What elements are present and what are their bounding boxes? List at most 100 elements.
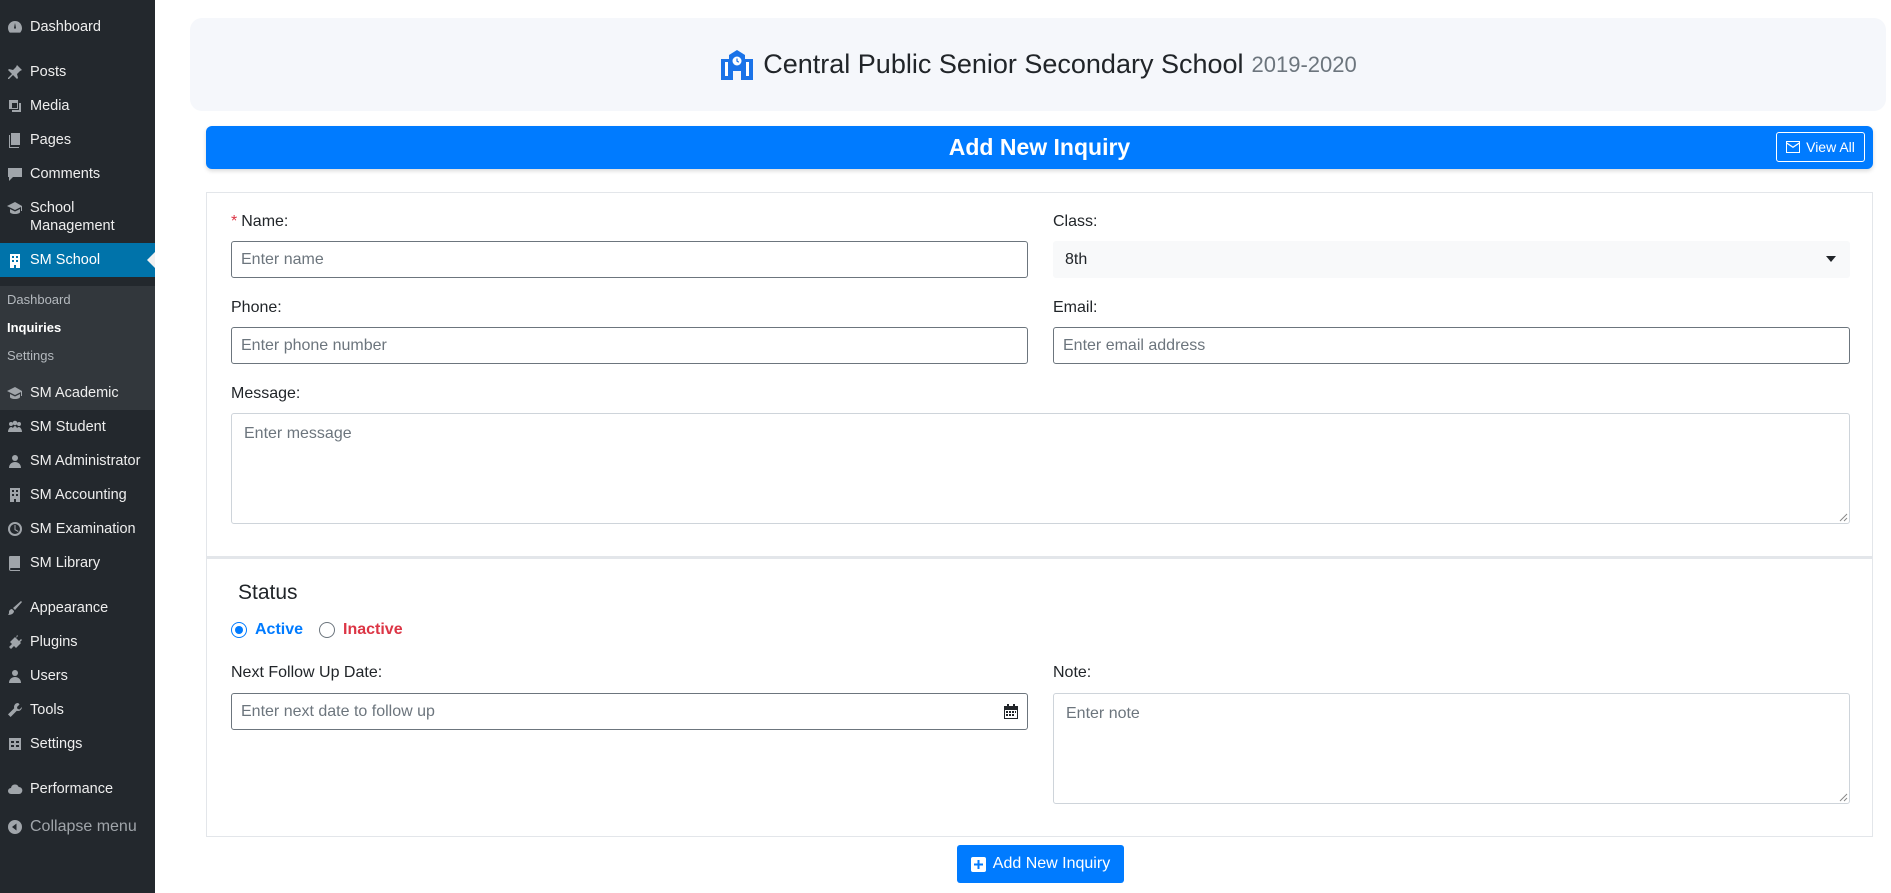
resize-handle-icon[interactable] — [1839, 793, 1848, 802]
name-label-text: Name: — [241, 213, 289, 230]
media-icon — [0, 97, 30, 114]
message-placeholder: Enter message — [244, 425, 352, 442]
session-label: 2019-2020 — [1251, 51, 1357, 77]
sidebar-item-settings[interactable]: Settings — [0, 735, 155, 753]
email-input[interactable]: Enter email address — [1053, 327, 1850, 364]
status-inactive-label: Inactive — [343, 621, 403, 638]
message-textarea[interactable]: Enter message — [231, 413, 1850, 524]
required-mark: * — [231, 213, 238, 230]
sidebar-item-sm-student[interactable]: SM Student — [0, 418, 155, 436]
sidebar-item-label: Pages — [30, 132, 72, 148]
view-all-button[interactable]: View All — [1776, 132, 1865, 162]
resize-handle-icon[interactable] — [1839, 513, 1848, 522]
sidebar-item-label: SM Student — [30, 419, 106, 435]
school-icon — [721, 49, 754, 80]
plugin-icon — [0, 633, 30, 650]
view-all-label: View All — [1806, 139, 1855, 155]
user-icon — [0, 452, 30, 469]
sidebar-item-label: SM Administrator — [30, 453, 141, 469]
sidebar-item-label: Posts — [30, 64, 67, 80]
sidebar-item-label: Dashboard — [30, 19, 101, 35]
sidebar-item-users[interactable]: Users — [0, 667, 155, 685]
sidebar-item-tools[interactable]: Tools — [0, 701, 155, 719]
cloud-icon — [0, 780, 30, 797]
radio-dot — [231, 622, 247, 638]
admin-sidebar: Dashboard Posts Media Pages Comments Sch… — [0, 0, 155, 893]
form-title-bar: Add New Inquiry View All — [206, 126, 1873, 169]
book-icon — [0, 554, 30, 571]
status-inactive-radio[interactable]: Inactive — [319, 621, 403, 639]
sidebar-item-label: SM School — [30, 252, 101, 268]
clock-icon — [0, 520, 30, 537]
sidebar-item-sm-administrator[interactable]: SM Administrator — [0, 452, 155, 470]
sidebar-item-performance[interactable]: Performance — [0, 780, 155, 798]
sidebar-item-label: Appearance — [30, 600, 109, 616]
collapse-label: Collapse menu — [30, 818, 137, 835]
sidebar-item-label: SM Accounting — [30, 487, 127, 503]
caret-down-icon — [1826, 256, 1836, 262]
sidebar-item-label: SM Academic — [30, 385, 119, 401]
pages-icon — [0, 131, 30, 148]
phone-label: Phone: — [231, 299, 282, 316]
sidebar-item-comments[interactable]: Comments — [0, 165, 155, 183]
sidebar-item-sm-examination[interactable]: SM Examination — [0, 520, 155, 538]
follow-up-placeholder: Enter next date to follow up — [241, 702, 435, 720]
status-active-label: Active — [255, 621, 304, 638]
class-label: Class: — [1053, 213, 1098, 230]
collapse-menu-button[interactable]: Collapse menu — [0, 818, 155, 836]
note-label: Note: — [1053, 664, 1092, 681]
sidebar-item-school-management[interactable]: School Management — [0, 199, 155, 235]
submenu-item-dashboard[interactable]: Dashboard — [7, 292, 71, 307]
name-label: * Name: — [231, 213, 288, 231]
sidebar-item-media[interactable]: Media — [0, 97, 155, 115]
graduation-cap-icon — [0, 199, 30, 216]
sidebar-item-label: Plugins — [30, 634, 78, 650]
sidebar-item-pages[interactable]: Pages — [0, 131, 155, 149]
sidebar-item-label: Tools — [30, 702, 64, 718]
status-active-radio[interactable]: Active — [231, 621, 303, 639]
submenu-item-inquiries[interactable]: Inquiries — [7, 320, 61, 335]
inquiry-details-panel: * Name: Enter name Class: 8th Phone: Ente… — [206, 192, 1873, 557]
radio-dot — [319, 622, 335, 638]
note-textarea[interactable]: Enter note — [1053, 693, 1850, 804]
school-header: Central Public Senior Secondary School 2… — [190, 18, 1886, 111]
sidebar-item-sm-academic[interactable]: SM Academic — [0, 384, 155, 402]
sidebar-item-label: School Management — [30, 200, 115, 234]
note-placeholder: Enter note — [1066, 705, 1140, 722]
sidebar-item-sm-school[interactable]: SM School — [0, 243, 155, 277]
name-input[interactable]: Enter name — [231, 241, 1028, 278]
sidebar-item-label: Users — [30, 668, 68, 684]
wrench-icon — [0, 701, 30, 718]
sidebar-item-plugins[interactable]: Plugins — [0, 633, 155, 651]
sidebar-item-label: Settings — [30, 736, 83, 752]
groups-icon — [0, 418, 30, 435]
class-select[interactable]: 8th — [1053, 241, 1850, 278]
users-icon — [0, 667, 30, 684]
building-icon — [0, 486, 30, 503]
sidebar-item-sm-accounting[interactable]: SM Accounting — [0, 486, 155, 504]
sidebar-item-label: Performance — [30, 781, 114, 797]
sidebar-item-dashboard[interactable]: Dashboard — [0, 18, 155, 36]
sidebar-item-label: SM Library — [30, 555, 101, 571]
phone-input[interactable]: Enter phone number — [231, 327, 1028, 364]
calendar-icon[interactable] — [1003, 703, 1019, 720]
brush-icon — [0, 599, 30, 616]
add-new-inquiry-button[interactable]: Add New Inquiry — [957, 845, 1124, 883]
follow-up-date-input[interactable]: Enter next date to follow up — [231, 693, 1028, 730]
page-title: Central Public Senior Secondary School 2… — [719, 49, 1357, 80]
message-label: Message: — [231, 385, 301, 402]
comment-icon — [0, 165, 30, 182]
sidebar-item-posts[interactable]: Posts — [0, 63, 155, 81]
building-icon — [0, 252, 30, 269]
envelope-icon — [1786, 141, 1801, 153]
sidebar-item-label: SM Examination — [30, 521, 136, 537]
sidebar-item-appearance[interactable]: Appearance — [0, 599, 155, 617]
submenu-item-settings[interactable]: Settings — [7, 348, 54, 363]
sidebar-item-label: Comments — [30, 166, 101, 182]
status-panel: Status Active Inactive Next Follow Up Da… — [206, 557, 1873, 837]
email-label: Email: — [1053, 299, 1098, 316]
status-title: Status — [238, 581, 298, 604]
collapse-icon — [0, 818, 30, 835]
pin-icon — [0, 63, 30, 80]
sidebar-item-sm-library[interactable]: SM Library — [0, 554, 155, 572]
